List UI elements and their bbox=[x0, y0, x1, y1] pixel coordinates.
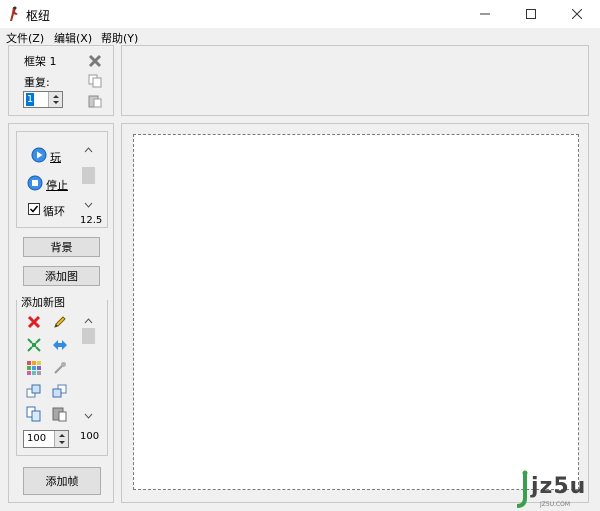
add-image-button-label: 添加图 bbox=[45, 270, 78, 283]
watermark-subtext: JZ5U.COM bbox=[540, 501, 571, 508]
background-button-label: 背景 bbox=[50, 241, 73, 254]
repeat-label: 重复: bbox=[24, 76, 50, 89]
speed-scroll-thumb[interactable] bbox=[82, 167, 95, 184]
repeat-value: 1 bbox=[26, 93, 34, 106]
pencil-icon[interactable] bbox=[52, 314, 68, 330]
stop-button[interactable]: 停止 bbox=[46, 177, 68, 193]
swap-arrows-icon[interactable] bbox=[52, 337, 68, 353]
close-button[interactable] bbox=[554, 0, 600, 28]
speed-value: 12.5 bbox=[80, 215, 103, 226]
send-backward-icon[interactable] bbox=[52, 383, 68, 399]
spin-arrows-icon bbox=[53, 95, 59, 104]
scroll-up-icon bbox=[84, 147, 93, 153]
properties-panel bbox=[121, 45, 589, 116]
shrink-icon[interactable] bbox=[26, 337, 42, 353]
close-icon bbox=[572, 9, 582, 19]
stop-icon[interactable] bbox=[27, 175, 43, 191]
checkmark-icon bbox=[29, 205, 39, 213]
loop-label: 循环 bbox=[43, 205, 65, 218]
tools-scroll-down-icon bbox=[84, 413, 93, 419]
watermark-logo: jz5u JZ5U.COM bbox=[512, 470, 598, 510]
watermark-text: jz5u bbox=[531, 474, 587, 499]
zoom-stepper[interactable]: 100 bbox=[23, 430, 69, 448]
color-grid-icon[interactable] bbox=[26, 360, 42, 376]
tools-scroll-value: 100 bbox=[80, 431, 100, 442]
delete-icon[interactable] bbox=[26, 314, 42, 330]
menu-help[interactable]: 帮助(Y) bbox=[101, 30, 138, 46]
delete-frame-icon[interactable] bbox=[87, 53, 103, 69]
play-icon[interactable] bbox=[31, 147, 47, 163]
paste-frame-icon[interactable] bbox=[87, 93, 103, 109]
loop-checkbox[interactable] bbox=[28, 203, 40, 215]
maximize-icon bbox=[526, 9, 536, 19]
add-frame-button[interactable]: 添加帧 bbox=[23, 467, 101, 495]
minimize-button[interactable] bbox=[462, 0, 508, 28]
add-image-button[interactable]: 添加图 bbox=[23, 266, 100, 286]
copy-icon[interactable] bbox=[26, 406, 42, 422]
play-button[interactable]: 玩 bbox=[50, 149, 61, 165]
scroll-down-icon bbox=[84, 202, 93, 208]
tools-scroll-up-icon bbox=[84, 318, 93, 324]
frame-label: 框架 1 bbox=[24, 55, 57, 68]
menu-edit[interactable]: 编辑(X) bbox=[54, 30, 92, 46]
tools-scroll-thumb[interactable] bbox=[82, 328, 95, 344]
zoom-value: 100 bbox=[27, 433, 47, 444]
repeat-spin-arrows[interactable] bbox=[48, 92, 62, 107]
paste-icon[interactable] bbox=[52, 406, 68, 422]
minimize-icon bbox=[480, 13, 490, 15]
app-icon bbox=[8, 6, 20, 22]
tools-scrollbar[interactable] bbox=[81, 312, 96, 424]
speed-scrollbar[interactable] bbox=[81, 141, 96, 213]
add-frame-button-label: 添加帧 bbox=[45, 475, 79, 488]
canvas[interactable] bbox=[133, 134, 579, 490]
watermark-j-icon bbox=[516, 470, 528, 508]
background-button[interactable]: 背景 bbox=[23, 237, 100, 257]
copy-frame-icon[interactable] bbox=[87, 73, 103, 89]
eyedropper-icon[interactable] bbox=[52, 360, 68, 376]
bring-forward-icon[interactable] bbox=[26, 383, 42, 399]
zoom-spin-arrows[interactable] bbox=[54, 431, 68, 447]
maximize-button[interactable] bbox=[508, 0, 554, 28]
window-title: 枢纽 bbox=[26, 9, 51, 23]
menu-file[interactable]: 文件(Z) bbox=[6, 30, 44, 46]
repeat-stepper[interactable]: 1 bbox=[23, 91, 63, 108]
zoom-spin-arrows-icon bbox=[59, 434, 65, 444]
